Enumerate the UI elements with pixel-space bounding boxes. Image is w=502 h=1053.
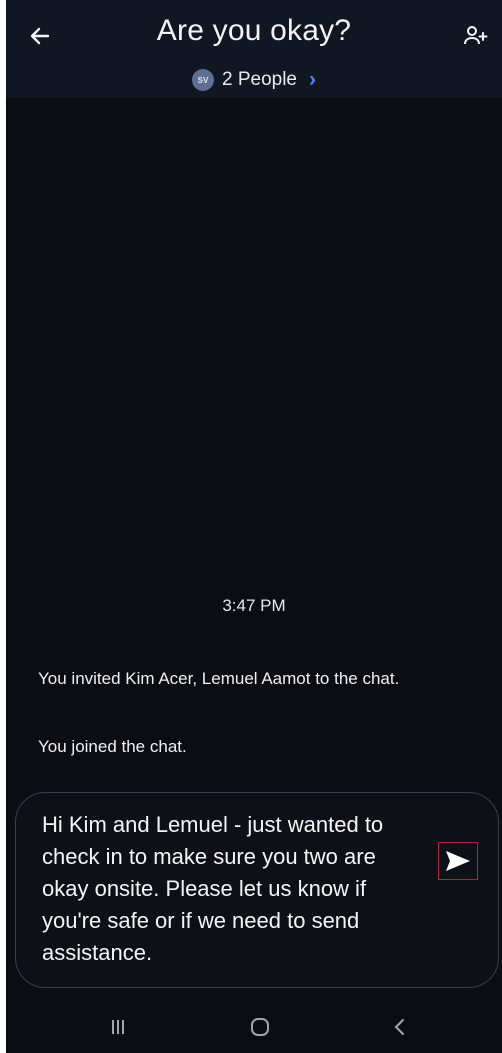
message-timestamp: 3:47 PM [222, 596, 286, 615]
system-navbar [6, 1001, 502, 1053]
add-person-icon [464, 26, 488, 45]
home-button[interactable] [240, 1011, 280, 1043]
add-person-button[interactable] [456, 18, 496, 54]
participants-count: 2 People [221, 69, 297, 90]
nav-back-icon [394, 1019, 404, 1035]
send-icon [446, 851, 470, 871]
system-message: You joined the chat. [38, 737, 187, 756]
nav-back-button[interactable] [380, 1011, 420, 1043]
avatar: SV [191, 69, 214, 91]
message-input[interactable]: Hi Kim and Lemuel - just wanted to check… [42, 809, 432, 969]
chat-screen: Are you okay? SV 2 People › 3:47 PM You … [6, 0, 502, 1053]
send-button[interactable] [438, 842, 478, 880]
participants-link[interactable]: SV 2 People › [6, 68, 502, 92]
recents-icon [112, 1020, 124, 1034]
chat-header: Are you okay? SV 2 People › [6, 0, 502, 98]
home-icon [251, 1018, 269, 1036]
chevron-right-icon: › [309, 68, 316, 91]
system-message: You invited Kim Acer, Lemuel Aamot to th… [38, 669, 400, 688]
recents-button[interactable] [98, 1011, 138, 1043]
message-composer[interactable]: Hi Kim and Lemuel - just wanted to check… [15, 792, 499, 988]
chat-title: Are you okay? [156, 14, 352, 47]
